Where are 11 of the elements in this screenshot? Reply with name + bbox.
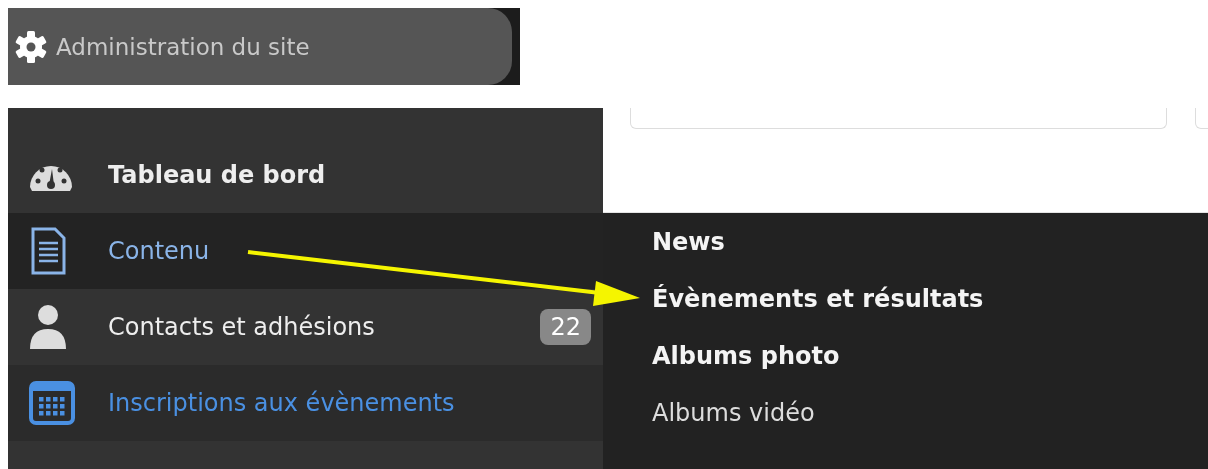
- sidebar-item[interactable]: Contenu: [8, 213, 603, 289]
- count-badge: 22: [540, 309, 591, 345]
- submenu-item[interactable]: Évènements et résultats: [652, 270, 1208, 327]
- calendar-icon: [28, 379, 76, 427]
- person-icon: [28, 303, 68, 351]
- sidebar-item[interactable]: Inscriptions aux évènements: [8, 365, 603, 441]
- settings-icon: [14, 29, 48, 64]
- submenu-item[interactable]: Albums photo: [652, 327, 1208, 384]
- admin-button[interactable]: Administration du site: [8, 8, 512, 85]
- submenu-item[interactable]: News: [652, 213, 1208, 270]
- submenu-item[interactable]: Albums vidéo: [652, 384, 1208, 441]
